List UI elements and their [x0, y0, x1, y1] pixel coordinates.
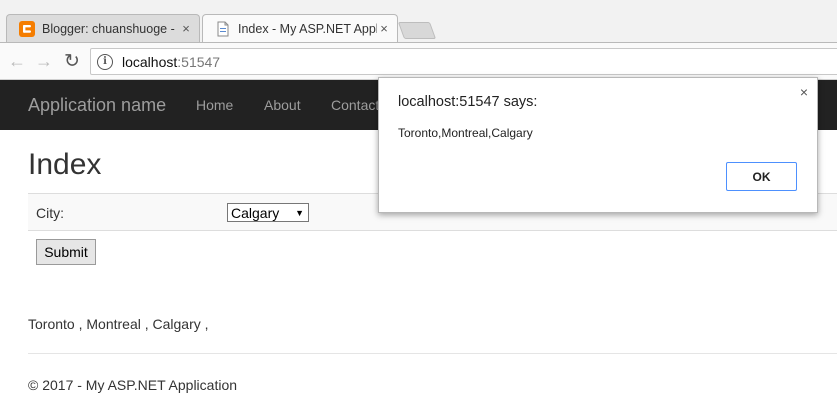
dropdown-arrow-icon: ▼: [295, 207, 304, 218]
browser-toolbar: ← → ↻ i localhost:51547: [0, 42, 837, 80]
page-title: Index: [28, 148, 102, 181]
nav-home-link[interactable]: Home: [196, 97, 233, 113]
page-icon: [217, 21, 229, 36]
address-bar[interactable]: i localhost:51547: [90, 48, 837, 75]
footer-text: © 2017 - My ASP.NET Application: [28, 377, 238, 393]
browser-tab-strip: Blogger: chuanshuoge - ( × Index - My AS…: [0, 0, 837, 42]
dialog-close-icon[interactable]: ×: [800, 84, 808, 100]
blogger-icon: [19, 20, 35, 37]
tab-title: Index - My ASP.NET Appl: [238, 21, 377, 36]
footer-divider: [28, 353, 837, 354]
city-select[interactable]: Calgary ▼: [227, 203, 309, 222]
new-tab-button[interactable]: [397, 22, 437, 39]
tab-index[interactable]: Index - My ASP.NET Appl ×: [202, 14, 398, 42]
back-arrow-icon[interactable]: ←: [8, 51, 26, 71]
forward-arrow-icon[interactable]: →: [35, 51, 53, 71]
dialog-title: localhost:51547 says:: [398, 94, 538, 110]
tab-close-icon[interactable]: ×: [377, 21, 391, 36]
tab-close-icon[interactable]: ×: [179, 21, 193, 36]
city-select-value: Calgary: [231, 204, 280, 221]
nav-about-link[interactable]: About: [264, 97, 301, 113]
url-port: :51547: [177, 53, 221, 70]
brand-link[interactable]: Application name: [28, 95, 166, 116]
city-label: City:: [36, 205, 64, 221]
info-icon[interactable]: i: [97, 53, 113, 70]
dialog-message: Toronto,Montreal,Calgary: [398, 126, 533, 140]
submit-button[interactable]: Submit: [36, 239, 96, 265]
nav-contact-link[interactable]: Contact: [331, 97, 379, 113]
cities-output: Toronto , Montreal , Calgary ,: [28, 316, 209, 332]
ok-button[interactable]: OK: [726, 162, 797, 191]
alert-dialog: localhost:51547 says: × Toronto,Montreal…: [378, 77, 818, 213]
reload-icon[interactable]: ↻: [63, 51, 81, 72]
tab-title: Blogger: chuanshuoge - (: [42, 21, 179, 36]
tab-blogger[interactable]: Blogger: chuanshuoge - ( ×: [6, 14, 200, 42]
url-host: localhost: [122, 53, 178, 70]
